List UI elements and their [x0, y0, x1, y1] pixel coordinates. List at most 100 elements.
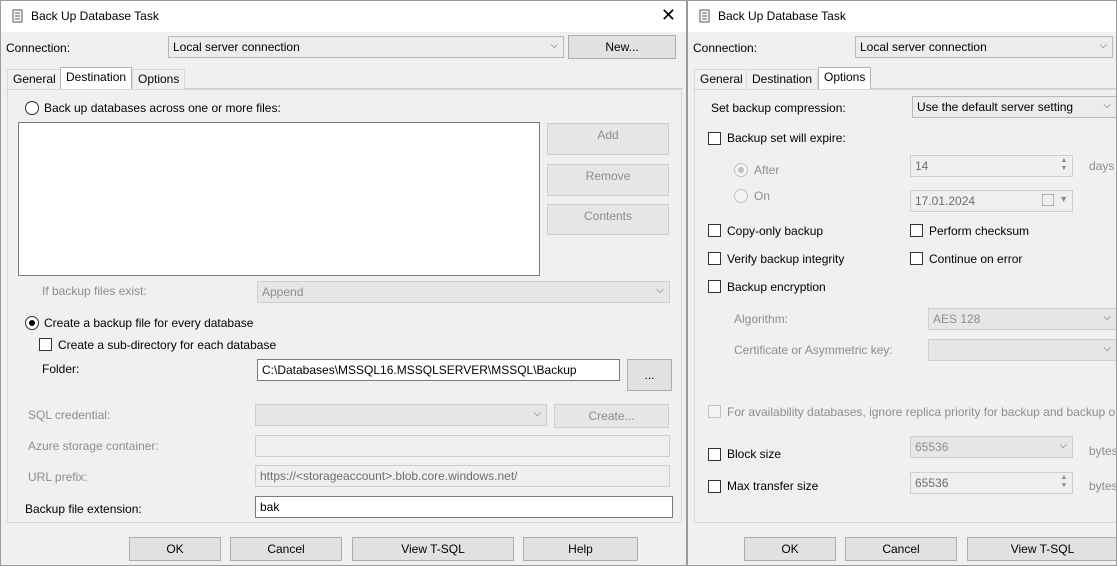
tab-general[interactable]: General — [694, 69, 749, 89]
on-date-value: 17.01.2024 — [915, 194, 976, 208]
continue-error-label: Continue on error — [929, 252, 1023, 266]
new-connection-button[interactable]: New... — [568, 35, 676, 59]
compression-select[interactable]: Use the default server setting ⌵ — [912, 96, 1116, 118]
window-title: Back Up Database Task — [31, 9, 159, 23]
tab-destination[interactable]: Destination — [746, 69, 819, 89]
url-prefix-input[interactable]: https://<storageaccount>.blob.core.windo… — [255, 465, 670, 487]
spinner-icon[interactable]: ▲ ▼ — [1058, 474, 1070, 492]
tab-general[interactable]: General — [7, 69, 62, 89]
tab-destination[interactable]: Destination — [60, 67, 133, 89]
cancel-button[interactable]: Cancel — [230, 537, 342, 561]
compression-value: Use the default server setting — [917, 100, 1074, 114]
ok-button[interactable]: OK — [744, 537, 836, 561]
ok-button[interactable]: OK — [129, 537, 221, 561]
bytes-label: bytes — [1089, 444, 1117, 458]
browse-folder-button[interactable]: ... — [627, 359, 672, 391]
connection-select[interactable]: Local server connection ⌵ — [855, 36, 1113, 58]
folder-input[interactable]: C:\Databases\MSSQL16.MSSQLSERVER\MSSQL\B… — [257, 359, 620, 381]
folder-label: Folder: — [42, 362, 80, 376]
encryption-label: Backup encryption — [727, 280, 826, 294]
encryption-checkbox[interactable] — [708, 280, 721, 293]
copy-only-checkbox[interactable] — [708, 224, 721, 237]
on-label: On — [754, 189, 771, 203]
add-button[interactable]: Add — [547, 123, 669, 155]
across-files-radio[interactable] — [25, 101, 39, 115]
verify-label: Verify backup integrity — [727, 252, 845, 266]
block-size-select[interactable]: 65536 ⌵ — [910, 436, 1073, 458]
chevron-down-icon: ⌵ — [656, 285, 664, 296]
create-per-db-radio[interactable] — [25, 316, 39, 330]
after-radio[interactable] — [734, 163, 748, 177]
algorithm-value: AES 128 — [933, 312, 981, 326]
subdir-checkbox[interactable] — [39, 338, 52, 351]
chevron-down-icon: ⌵ — [1059, 440, 1067, 451]
expire-label: Backup set will expire: — [727, 131, 846, 145]
after-days-input[interactable]: 14 ▲ ▼ — [910, 155, 1073, 177]
extension-label: Backup file extension: — [25, 502, 142, 516]
connection-value: Local server connection — [173, 40, 300, 54]
algorithm-label: Algorithm: — [734, 312, 789, 326]
chevron-down-icon: ⌵ — [550, 40, 558, 51]
backup-dialog-destination: Back Up Database Task ✕ Connection: Loca… — [0, 0, 687, 566]
view-tsql-button[interactable]: View T-SQL — [967, 537, 1116, 561]
calendar-icon[interactable] — [1042, 194, 1054, 206]
block-size-checkbox[interactable] — [708, 448, 721, 461]
max-transfer-value: 65536 — [915, 476, 949, 490]
chevron-down-icon: ⌵ — [1103, 100, 1111, 111]
on-date-input[interactable]: 17.01.2024 ▼ — [910, 190, 1073, 212]
database-task-icon — [699, 9, 710, 23]
chevron-down-icon: ⌵ — [533, 408, 541, 419]
cancel-button[interactable]: Cancel — [845, 537, 957, 561]
url-prefix-label: URL prefix: — [28, 470, 88, 484]
connection-select[interactable]: Local server connection ⌵ — [168, 36, 564, 58]
contents-button[interactable]: Contents — [547, 204, 669, 235]
chevron-down-icon: ⌵ — [1103, 312, 1111, 323]
backup-dialog-options: Back Up Database Task Connection: Local … — [687, 0, 1117, 566]
window-title: Back Up Database Task — [718, 9, 846, 23]
on-date-radio[interactable] — [734, 189, 748, 203]
remove-button[interactable]: Remove — [547, 164, 669, 196]
after-label: After — [754, 163, 780, 177]
close-icon[interactable]: ✕ — [661, 6, 676, 24]
title-bar: Back Up Database Task — [688, 1, 1116, 32]
connection-label: Connection: — [693, 41, 758, 55]
max-transfer-checkbox[interactable] — [708, 480, 721, 493]
sql-credential-select[interactable]: ⌵ — [255, 404, 547, 426]
view-tsql-button[interactable]: View T-SQL — [352, 537, 514, 561]
tab-options[interactable]: Options — [132, 69, 186, 89]
chevron-down-icon: ⌵ — [1103, 343, 1111, 354]
extension-input[interactable]: bak — [255, 496, 673, 518]
block-size-label: Block size — [727, 447, 782, 461]
create-credential-button[interactable]: Create... — [554, 404, 669, 428]
chevron-down-icon: ▼ — [1059, 194, 1068, 204]
backup-files-list[interactable] — [18, 122, 540, 276]
connection-label: Connection: — [6, 41, 71, 55]
chevron-down-icon: ⌵ — [1099, 40, 1107, 51]
azure-container-label: Azure storage container: — [28, 439, 159, 453]
certificate-label: Certificate or Asymmetric key: — [734, 343, 893, 357]
certificate-select[interactable]: ⌵ — [928, 339, 1116, 361]
if-exists-value: Append — [262, 285, 304, 299]
algorithm-select[interactable]: AES 128 ⌵ — [928, 308, 1116, 330]
spinner-icon[interactable]: ▲ ▼ — [1058, 157, 1070, 175]
if-exists-select[interactable]: Append ⌵ — [257, 281, 670, 303]
compression-label: Set backup compression: — [711, 101, 846, 115]
block-size-value: 65536 — [915, 440, 949, 454]
create-per-db-label: Create a backup file for every database — [44, 316, 254, 330]
copy-only-label: Copy-only backup — [727, 224, 824, 238]
checksum-checkbox[interactable] — [910, 224, 923, 237]
if-exists-label: If backup files exist: — [42, 284, 147, 298]
tab-options[interactable]: Options — [818, 67, 872, 89]
expire-checkbox[interactable] — [708, 132, 721, 145]
title-bar: Back Up Database Task ✕ — [1, 1, 686, 32]
verify-checkbox[interactable] — [708, 252, 721, 265]
continue-error-checkbox[interactable] — [910, 252, 923, 265]
azure-container-input[interactable] — [255, 435, 670, 457]
sql-credential-label: SQL credential: — [28, 408, 111, 422]
availability-checkbox[interactable] — [708, 405, 721, 418]
help-button[interactable]: Help — [523, 537, 638, 561]
checksum-label: Perform checksum — [929, 224, 1030, 238]
max-transfer-input[interactable]: 65536 ▲ ▼ — [910, 472, 1073, 494]
subdir-label: Create a sub-directory for each database — [58, 338, 277, 352]
availability-label: For availability databases, ignore repli… — [727, 405, 1117, 419]
